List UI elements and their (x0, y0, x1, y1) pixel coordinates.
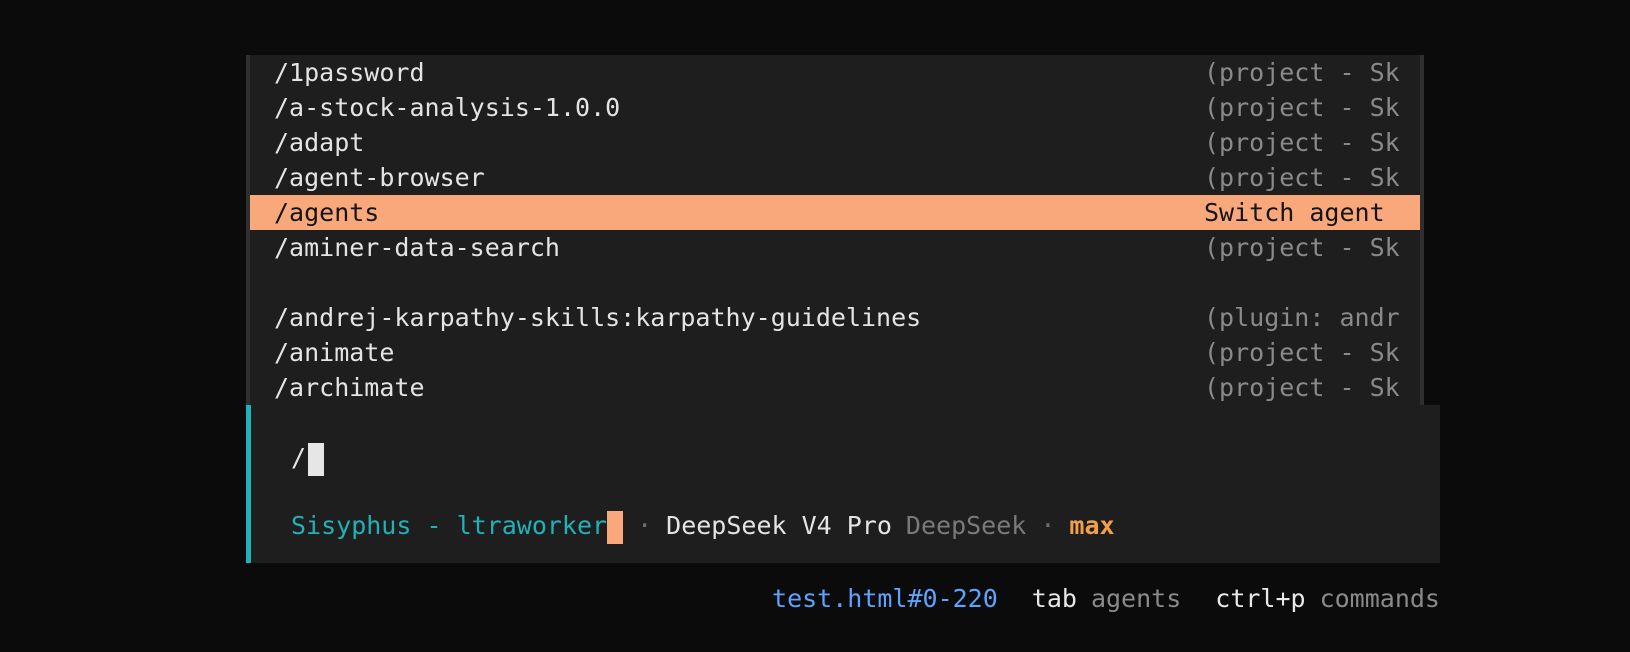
command-description: (project - Sk (1204, 128, 1400, 157)
prompt-input-text[interactable]: / (291, 443, 306, 472)
status-separator: · (637, 511, 653, 540)
command-name: /agent-browser (274, 163, 485, 192)
commands-label-hint: commands (1319, 584, 1440, 613)
agent-name[interactable]: Sisyphus - ltraworker (291, 511, 607, 540)
tab-label-hint: agents (1090, 584, 1182, 613)
command-name: /archimate (274, 373, 425, 402)
command-name: /a-stock-analysis-1.0.0 (274, 93, 621, 122)
command-item[interactable]: /archimate (project - Sk (250, 370, 1420, 405)
commands-key-hint: ctrl+p (1215, 584, 1306, 613)
file-link[interactable]: test.html#0-220 (772, 584, 998, 613)
text-cursor (308, 442, 325, 476)
command-description: (project - Sk (1204, 233, 1400, 262)
command-description: (project - Sk (1204, 338, 1400, 367)
command-item[interactable]: /adapt (project - Sk (250, 125, 1420, 160)
command-description: (project - Sk (1204, 163, 1400, 192)
command-description: Switch agent (1204, 198, 1385, 227)
command-description: (project - Sk (1204, 58, 1400, 87)
command-name: /agents (274, 198, 380, 227)
command-name: /animate (274, 338, 395, 367)
hint-bar: test.html#0-220 tab agents ctrl+p commands (772, 582, 1440, 616)
command-item[interactable]: /andrej-karpathy-skills:karpathy-guideli… (250, 300, 1420, 335)
command-name: /adapt (274, 128, 365, 157)
tab-key-hint: tab (1031, 584, 1077, 613)
status-separator-2: · (1040, 511, 1056, 540)
command-item[interactable]: /agent-browser (project - Sk (250, 160, 1420, 195)
command-spacer (250, 265, 1420, 300)
provider-name: DeepSeek (905, 511, 1027, 540)
command-autocomplete-popup: /1password (project - Sk/a-stock-analysis… (246, 55, 1424, 405)
command-item[interactable]: /animate (project - Sk (250, 335, 1420, 370)
command-item[interactable]: /aminer-data-search (project - Sk (250, 230, 1420, 265)
command-list: /1password (project - Sk/a-stock-analysis… (250, 55, 1420, 405)
command-item[interactable]: /1password (project - Sk (250, 55, 1420, 90)
agent-cursor-block (607, 510, 624, 544)
command-name: /aminer-data-search (274, 233, 560, 262)
effort-level[interactable]: max (1069, 511, 1114, 540)
terminal-screen: /1password (project - Sk/a-stock-analysis… (0, 0, 1630, 652)
prompt-line[interactable]: / (291, 440, 325, 476)
command-name: /1password (274, 58, 425, 87)
input-panel[interactable]: / Sisyphus - ltraworker · DeepSeek V4 Pro D… (246, 405, 1440, 563)
command-item-selected[interactable]: /agents Switch agent (250, 195, 1420, 230)
status-line: Sisyphus - ltraworker · DeepSeek V4 Pro Dee… (291, 508, 1115, 544)
command-description: (project - Sk (1204, 93, 1400, 122)
command-item[interactable]: /a-stock-analysis-1.0.0 (project - Sk (250, 90, 1420, 125)
command-name: /andrej-karpathy-skills:karpathy-guideli… (274, 303, 922, 332)
model-name[interactable]: DeepSeek V4 Pro (666, 511, 892, 540)
command-description: (plugin: andr (1204, 303, 1400, 332)
command-description: (project - Sk (1204, 373, 1400, 402)
